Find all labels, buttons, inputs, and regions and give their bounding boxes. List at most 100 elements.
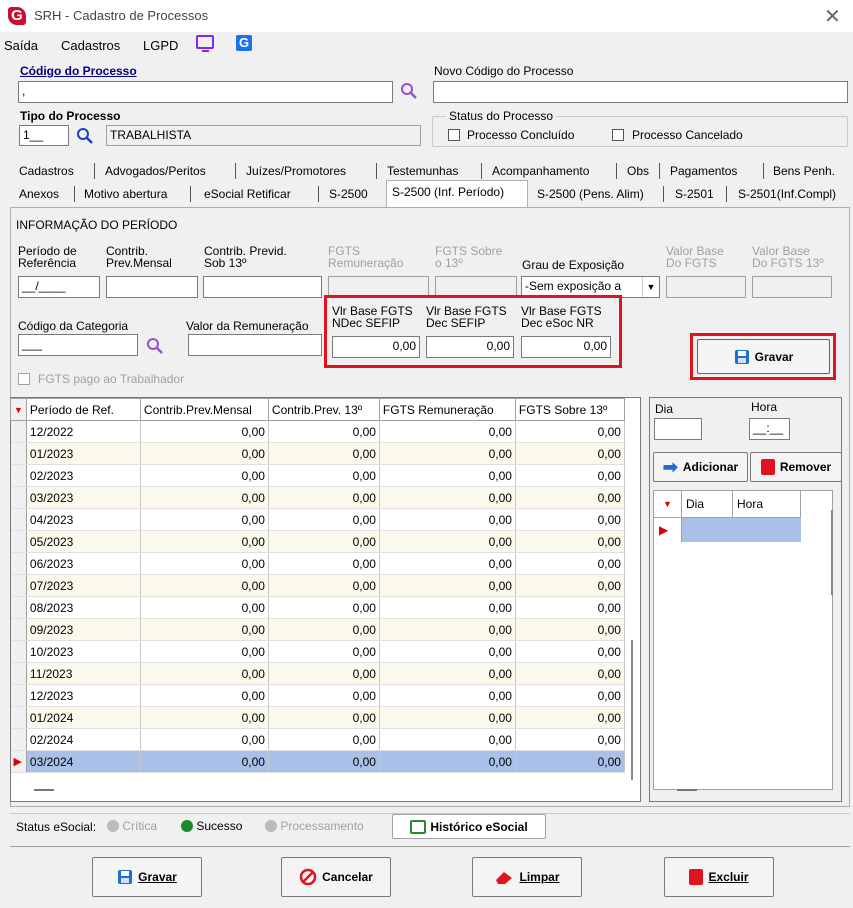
row-indicator-icon: ▶	[654, 518, 682, 542]
tipo-code-input[interactable]: 1__	[19, 125, 69, 146]
contrib-13-input[interactable]	[203, 276, 322, 298]
col-header[interactable]: Hora	[733, 491, 801, 517]
tab-s2501[interactable]: S-2501	[675, 187, 714, 201]
table-row[interactable]: 02/2024 0,00 0,00 0,00 0,00	[10, 728, 625, 751]
col-header[interactable]: Contrib.Prev.Mensal	[139, 398, 269, 421]
contrib-mensal-label: Contrib. Prev.Mensal	[106, 244, 172, 270]
tab-obs[interactable]: Obs	[627, 164, 649, 178]
historico-esocial-button[interactable]: Histórico eSocial	[392, 814, 546, 839]
table-cell: 0,00	[515, 596, 625, 619]
table-row[interactable]: 01/2024 0,00 0,00 0,00 0,00	[10, 706, 625, 729]
search-icon[interactable]	[146, 337, 164, 355]
row-indicator	[10, 728, 27, 751]
cancelado-label: Processo Cancelado	[632, 128, 743, 142]
vlr-ndec-label: Vlr Base FGTS NDec SEFIP	[332, 304, 413, 330]
table-cell: 0,00	[268, 640, 380, 663]
table-row[interactable]: 11/2023 0,00 0,00 0,00 0,00	[10, 662, 625, 685]
menu-lgpd[interactable]: LGPD	[143, 38, 178, 53]
fgts-13-label: FGTS Sobre o 13º	[435, 244, 503, 270]
tab-testemunhas[interactable]: Testemunhas	[387, 164, 458, 178]
limpar-button[interactable]: Limpar	[472, 857, 582, 897]
gravar-button[interactable]: Gravar	[92, 857, 202, 897]
vlr-dec-input[interactable]: 0,00	[426, 336, 514, 358]
tab-acompanhamento[interactable]: Acompanhamento	[492, 164, 589, 178]
tab-anexos[interactable]: Anexos	[19, 187, 59, 201]
table-row[interactable]: 07/2023 0,00 0,00 0,00 0,00	[10, 574, 625, 597]
monitor-icon[interactable]	[196, 35, 214, 52]
table-cell: 0,00	[379, 706, 516, 729]
chevron-down-icon[interactable]: ▼	[642, 277, 659, 297]
table-row[interactable]: 08/2023 0,00 0,00 0,00 0,00	[10, 596, 625, 619]
table-row[interactable]: 10/2023 0,00 0,00 0,00 0,00	[10, 640, 625, 663]
hora-input[interactable]: __:__	[749, 418, 790, 440]
section-title: INFORMAÇÃO DO PERÍODO	[16, 218, 178, 232]
table-cell: 07/2023	[26, 574, 141, 597]
codigo-input[interactable]: ,	[18, 81, 393, 103]
table-cell: 0,00	[140, 750, 269, 773]
excluir-button[interactable]: Excluir	[664, 857, 774, 897]
col-header[interactable]: Dia	[682, 491, 733, 517]
table-row[interactable]: 03/2023 0,00 0,00 0,00 0,00	[10, 486, 625, 509]
novo-codigo-input[interactable]	[433, 81, 848, 103]
tab-motivo-abertura[interactable]: Motivo abertura	[84, 187, 167, 201]
menu-saida[interactable]: Saída	[4, 38, 38, 53]
tab-s2500[interactable]: S-2500	[329, 187, 368, 201]
grid-scrollbar[interactable]	[631, 640, 633, 780]
table-row[interactable]: ▶ 03/2024 0,00 0,00 0,00 0,00	[10, 750, 625, 773]
cancelar-button[interactable]: Cancelar	[281, 857, 391, 897]
table-row[interactable]: 01/2023 0,00 0,00 0,00 0,00	[10, 442, 625, 465]
table-row[interactable]: 12/2022 0,00 0,00 0,00 0,00	[10, 420, 625, 443]
table-row[interactable]: 05/2023 0,00 0,00 0,00 0,00	[10, 530, 625, 553]
menu-cadastros[interactable]: Cadastros	[61, 38, 120, 53]
col-header[interactable]: Período de Ref.	[25, 398, 141, 421]
tab-pagamentos[interactable]: Pagamentos	[670, 164, 737, 178]
tab-s2500-inf-periodo[interactable]: S-2500 (Inf. Período)	[392, 185, 504, 199]
dia-input[interactable]	[654, 418, 702, 440]
tab-bens-penh[interactable]: Bens Penh.	[773, 164, 835, 178]
critica-label: Crítica	[122, 819, 158, 833]
close-icon[interactable]: ✕	[824, 4, 841, 29]
search-icon[interactable]	[76, 127, 94, 145]
side-hscroll[interactable]	[677, 789, 697, 791]
tab-s2501-inf-compl[interactable]: S-2501(Inf.Compl)	[738, 187, 836, 201]
col-header[interactable]: FGTS Remuneração	[378, 398, 516, 421]
periodo-input[interactable]: __/____	[18, 276, 100, 298]
concluido-checkbox[interactable]	[448, 129, 460, 141]
table-row[interactable]: 06/2023 0,00 0,00 0,00 0,00	[10, 552, 625, 575]
grau-label: Grau de Exposição	[522, 258, 625, 272]
table-row[interactable]: 09/2023 0,00 0,00 0,00 0,00	[10, 618, 625, 641]
gemini-icon[interactable]: G	[236, 35, 252, 51]
sucesso-label: Sucesso	[196, 819, 243, 833]
table-row[interactable]: 12/2023 0,00 0,00 0,00 0,00	[10, 684, 625, 707]
grid-hscroll[interactable]	[34, 789, 54, 791]
tab-s2500-pens-alim[interactable]: S-2500 (Pens. Alim)	[537, 187, 644, 201]
horario-row[interactable]: ▶	[654, 518, 801, 542]
table-cell: 0,00	[140, 706, 269, 729]
adicionar-button[interactable]: ➡ Adicionar	[653, 452, 748, 482]
contrib-mensal-input[interactable]	[106, 276, 198, 298]
processamento-label: Processamento	[280, 819, 364, 833]
cancelado-checkbox[interactable]	[612, 129, 624, 141]
vlr-esoc-input[interactable]: 0,00	[521, 336, 611, 358]
col-header[interactable]: FGTS Sobre 13º	[514, 398, 625, 421]
tab-esocial-retificar[interactable]: eSocial Retificar	[204, 187, 291, 201]
table-cell: 0,00	[140, 420, 269, 443]
tab-juizes[interactable]: Juízes/Promotores	[246, 164, 346, 178]
historico-label: Histórico eSocial	[430, 819, 528, 834]
table-row[interactable]: 04/2023 0,00 0,00 0,00 0,00	[10, 508, 625, 531]
col-header[interactable]: Contrib.Prev. 13º	[267, 398, 380, 421]
table-row[interactable]: 02/2023 0,00 0,00 0,00 0,00	[10, 464, 625, 487]
remover-button[interactable]: Remover	[750, 452, 842, 482]
valor-rem-input[interactable]	[188, 334, 322, 356]
tab-advogados[interactable]: Advogados/Peritos	[105, 164, 206, 178]
gravar-top-button[interactable]: Gravar	[697, 339, 830, 374]
search-icon[interactable]	[400, 82, 418, 100]
table-cell: 0,00	[515, 618, 625, 641]
categoria-input[interactable]: ___	[18, 334, 138, 356]
table-cell: 0,00	[515, 420, 625, 443]
vlr-ndec-input[interactable]: 0,00	[332, 336, 420, 358]
tab-cadastros[interactable]: Cadastros	[19, 164, 74, 178]
side-scrollbar[interactable]	[831, 510, 833, 595]
fgts-pago-checkbox[interactable]	[18, 373, 30, 385]
dia-label: Dia	[655, 402, 674, 416]
